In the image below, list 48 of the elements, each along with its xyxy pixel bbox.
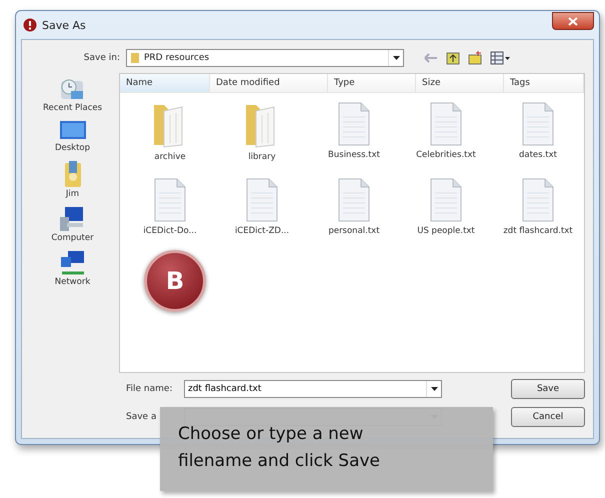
save-in-label: Save in: (82, 53, 121, 63)
text-file-icon (336, 176, 372, 223)
column-header[interactable]: Name (120, 74, 210, 92)
file-name-label[interactable]: iCEDict-ZD... (234, 226, 290, 236)
window-title: Save As (42, 18, 87, 32)
alert-icon (23, 18, 37, 32)
save-in-dropdown[interactable]: PRD resources (126, 49, 404, 67)
close-button[interactable] (552, 12, 594, 30)
file-name-label[interactable]: Business.txt (328, 150, 380, 161)
file-name-label[interactable]: US people.txt (417, 226, 475, 236)
text-file-icon (152, 176, 188, 223)
sidebar-item[interactable]: Computer (51, 233, 94, 243)
up-folder-icon[interactable] (446, 51, 460, 65)
column-header[interactable]: Type (328, 74, 416, 92)
close-icon (568, 16, 578, 26)
file-name-label[interactable]: dates.txt (519, 150, 557, 161)
instruction-tooltip: Choose or type a new filename and click Save (160, 407, 493, 491)
column-header[interactable]: Date modified (210, 74, 328, 92)
sidebar-item[interactable]: Desktop (54, 143, 90, 153)
dropdown-caret-icon (392, 56, 400, 60)
sidebar-item[interactable]: Recent Places (42, 103, 102, 113)
sidebar-item[interactable]: Jim (66, 189, 80, 199)
file-name-input[interactable]: zdt flashcard.txt (188, 384, 426, 394)
folder-icon (130, 52, 140, 64)
cancel-button[interactable]: Cancel (511, 407, 585, 427)
text-file-icon (428, 101, 464, 147)
file-name-label[interactable]: library (248, 152, 276, 163)
text-file-icon (520, 176, 556, 223)
text-file-icon (428, 176, 464, 223)
dropdown-caret-icon (430, 387, 438, 391)
file-name-label[interactable]: iCEDict-Do... (143, 226, 197, 236)
sidebar-item[interactable]: Network (54, 277, 90, 287)
text-file-icon (244, 176, 280, 223)
save-as-type-label: Save a (126, 412, 158, 422)
new-folder-icon[interactable] (468, 51, 482, 65)
file-name-combo-box[interactable]: zdt flashcard.txt (184, 380, 442, 398)
step-badge: B (144, 250, 206, 312)
column-header[interactable]: Size (416, 74, 504, 92)
file-name-label: File name: (126, 384, 174, 394)
file-name-label[interactable]: archive (154, 152, 186, 163)
text-file-icon (336, 101, 372, 147)
file-name-label[interactable]: personal.txt (328, 226, 380, 236)
text-file-icon (520, 101, 556, 147)
file-name-label[interactable]: Celebrities.txt (416, 150, 476, 161)
column-header[interactable]: Tags (504, 74, 584, 92)
views-menu-icon[interactable] (490, 51, 510, 65)
save-button[interactable]: Save (511, 379, 585, 399)
file-name-label[interactable]: zdt flashcard.txt (503, 226, 573, 236)
